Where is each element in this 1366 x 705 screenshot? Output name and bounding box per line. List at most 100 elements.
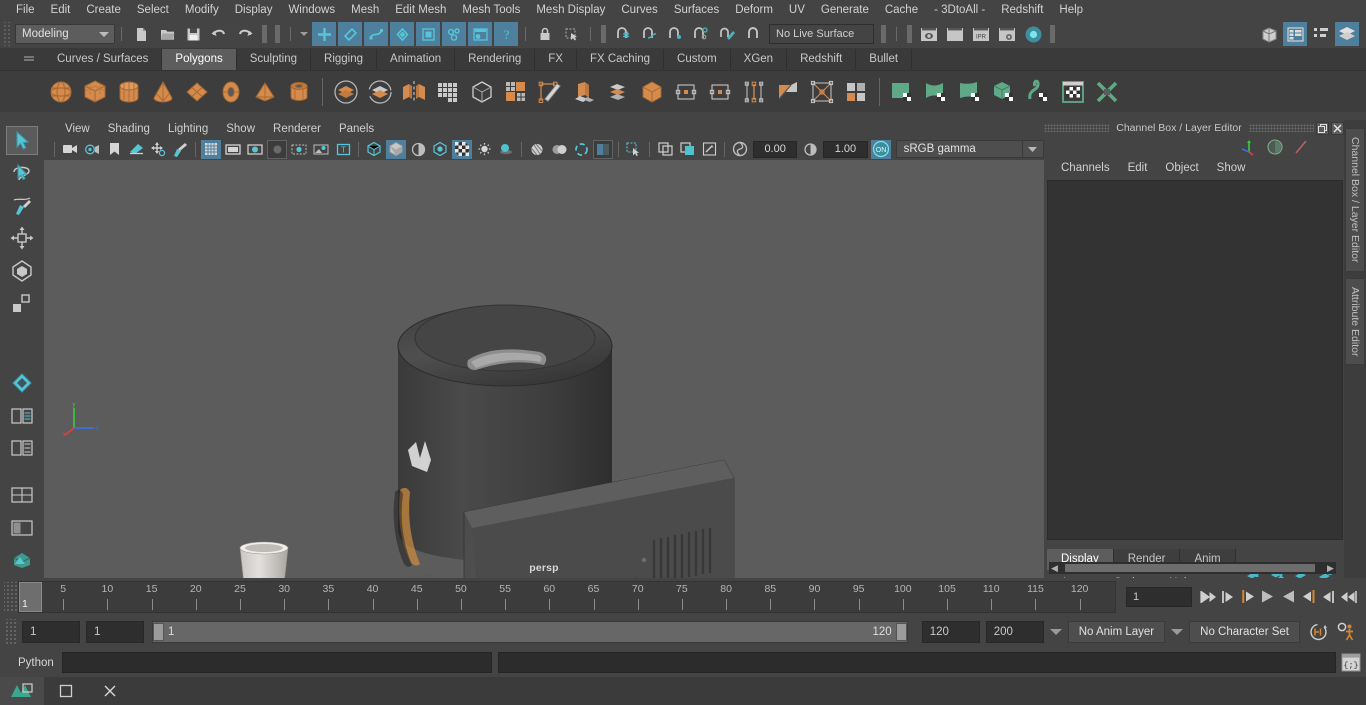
play-backwards-icon[interactable] [1258, 586, 1278, 608]
viewport-menu-panels[interactable]: Panels [330, 123, 383, 135]
polygon-cylinder-icon[interactable] [112, 75, 146, 109]
boolean-union-icon[interactable] [329, 75, 363, 109]
film-gate-icon[interactable] [223, 140, 243, 159]
play-forwards-icon[interactable] [1278, 586, 1298, 608]
polygon-pyramid-icon[interactable] [248, 75, 282, 109]
connect-components-icon[interactable] [737, 75, 771, 109]
misc-mask-icon[interactable]: ? [494, 22, 518, 46]
shelf-tab-polygons[interactable]: Polygons [162, 49, 237, 70]
menu-item-uv[interactable]: UV [781, 0, 813, 20]
film-origin-icon[interactable]: T [333, 140, 353, 159]
target-weld-icon[interactable] [703, 75, 737, 109]
status-line-grip[interactable] [2, 22, 11, 46]
menu-item-windows[interactable]: Windows [280, 0, 343, 20]
mirror-geometry-icon[interactable] [397, 75, 431, 109]
animation-end-field[interactable]: 200 [985, 621, 1044, 643]
channel-box-menu-show[interactable]: Show [1208, 162, 1255, 174]
anim-layer-field[interactable]: No Anim Layer [1067, 621, 1166, 643]
viewport-renderer-icon[interactable] [699, 140, 719, 159]
channel-box-content-area[interactable] [1047, 180, 1343, 540]
safe-title-icon[interactable] [311, 140, 331, 159]
scale-tool-icon[interactable] [6, 288, 38, 317]
show-hide-modeling-toolkit-icon[interactable] [1257, 22, 1281, 46]
restore-window-icon[interactable] [1316, 121, 1329, 135]
move-tool-icon[interactable] [6, 223, 38, 252]
menu-item-help[interactable]: Help [1051, 0, 1091, 20]
deformation-mask-icon[interactable] [390, 22, 414, 46]
animation-start-field[interactable]: 1 [22, 621, 80, 643]
textured-icon[interactable] [452, 139, 472, 159]
render-settings-icon[interactable] [995, 22, 1019, 46]
menu-item-mesh-display[interactable]: Mesh Display [528, 0, 613, 20]
input-node-icon[interactable] [1292, 138, 1310, 156]
camera-attributes-icon[interactable] [82, 140, 102, 159]
resolution-gate-icon[interactable] [245, 140, 265, 159]
reduce-mesh-icon[interactable] [499, 75, 533, 109]
menu-set-selector[interactable]: Modeling [15, 24, 115, 44]
range-end-handle[interactable] [895, 623, 907, 641]
polygon-mask-icon[interactable] [416, 22, 440, 46]
menu-item-select[interactable]: Select [129, 0, 177, 20]
character-set-field[interactable]: No Character Set [1189, 621, 1300, 643]
close-window-icon[interactable] [1331, 121, 1344, 135]
menu-item-modify[interactable]: Modify [177, 0, 227, 20]
bevel-icon[interactable] [601, 75, 635, 109]
go-to-start-icon[interactable] [1198, 586, 1218, 608]
viewport-menu-renderer[interactable]: Renderer [264, 123, 330, 135]
boolean-difference-icon[interactable] [363, 75, 397, 109]
shelf-tab-custom[interactable]: Custom [664, 49, 731, 70]
step-back-frame-icon[interactable] [1218, 586, 1238, 608]
safe-action-icon[interactable] [289, 140, 309, 159]
close-window-icon[interactable] [88, 677, 132, 705]
shelf-tab-redshift[interactable]: Redshift [787, 49, 857, 70]
persp-outliner-layout-icon[interactable] [6, 481, 38, 510]
shelf-tab-bullet[interactable]: Bullet [856, 49, 913, 70]
menu-item-cache[interactable]: Cache [877, 0, 926, 20]
character-set-dropdown-arrow[interactable] [1171, 629, 1184, 635]
snap-to-projected-center-icon[interactable] [689, 22, 713, 46]
step-forward-frame-icon[interactable] [1318, 586, 1338, 608]
single-perspective-view-icon[interactable] [6, 401, 38, 430]
select-by-hierarchy-icon[interactable] [312, 22, 336, 46]
smooth-shade-all-icon[interactable] [386, 139, 406, 159]
redo-icon[interactable] [233, 22, 257, 46]
save-scene-icon[interactable] [181, 22, 205, 46]
command-output-field[interactable] [498, 652, 1336, 673]
menu-item-redshift[interactable]: Redshift [993, 0, 1051, 20]
color-management-on-icon[interactable]: ON [870, 139, 891, 159]
color-space-dropdown-arrow[interactable] [1022, 140, 1045, 158]
rendering-mask-icon[interactable] [468, 22, 492, 46]
time-slider-grip[interactable] [4, 581, 18, 612]
xray-toggle-icon[interactable] [624, 140, 644, 159]
panel-grip-right[interactable] [1248, 124, 1314, 132]
xray-joints-icon[interactable] [655, 140, 675, 159]
snap-to-grid-icon[interactable] [611, 22, 635, 46]
nurbs-plane-icon[interactable] [886, 75, 920, 109]
snap-to-view-plane-icon[interactable] [715, 22, 739, 46]
range-bar[interactable]: 1 120 [152, 621, 908, 643]
field-chart-icon[interactable] [267, 139, 287, 159]
snap-to-curve-icon[interactable] [637, 22, 661, 46]
minimize-window-icon[interactable] [44, 677, 88, 705]
viewport-menu-lighting[interactable]: Lighting [159, 123, 217, 135]
ambient-occlusion-icon[interactable] [527, 140, 547, 159]
live-surface-field[interactable]: No Live Surface [769, 24, 874, 44]
redo-previous-render-icon[interactable] [943, 22, 967, 46]
shelf-tab-fx-caching[interactable]: FX Caching [576, 49, 665, 70]
two-d-pan-zoom-icon[interactable] [148, 140, 168, 159]
nurbs-cube-icon[interactable] [988, 75, 1022, 109]
shelf-tab-animation[interactable]: Animation [377, 49, 456, 70]
range-end-field[interactable]: 120 [921, 621, 980, 643]
anim-layer-dropdown-arrow[interactable] [1049, 629, 1062, 635]
combine-mesh-icon[interactable] [465, 75, 499, 109]
layer-list-scrollbar[interactable]: ◀ ▶ [1049, 562, 1336, 574]
polygon-plane-icon[interactable] [180, 75, 214, 109]
uv-cut-icon[interactable] [1090, 75, 1124, 109]
quad-draw-icon[interactable] [839, 75, 873, 109]
shelf-tab-sculpting[interactable]: Sculpting [236, 49, 312, 70]
offset-edge-loop-icon[interactable] [805, 75, 839, 109]
polygon-pipe-icon[interactable] [282, 75, 316, 109]
collapse-arrow-icon[interactable] [300, 32, 308, 36]
shade-flat-icon[interactable] [408, 140, 428, 159]
image-plane-icon[interactable] [126, 140, 146, 159]
